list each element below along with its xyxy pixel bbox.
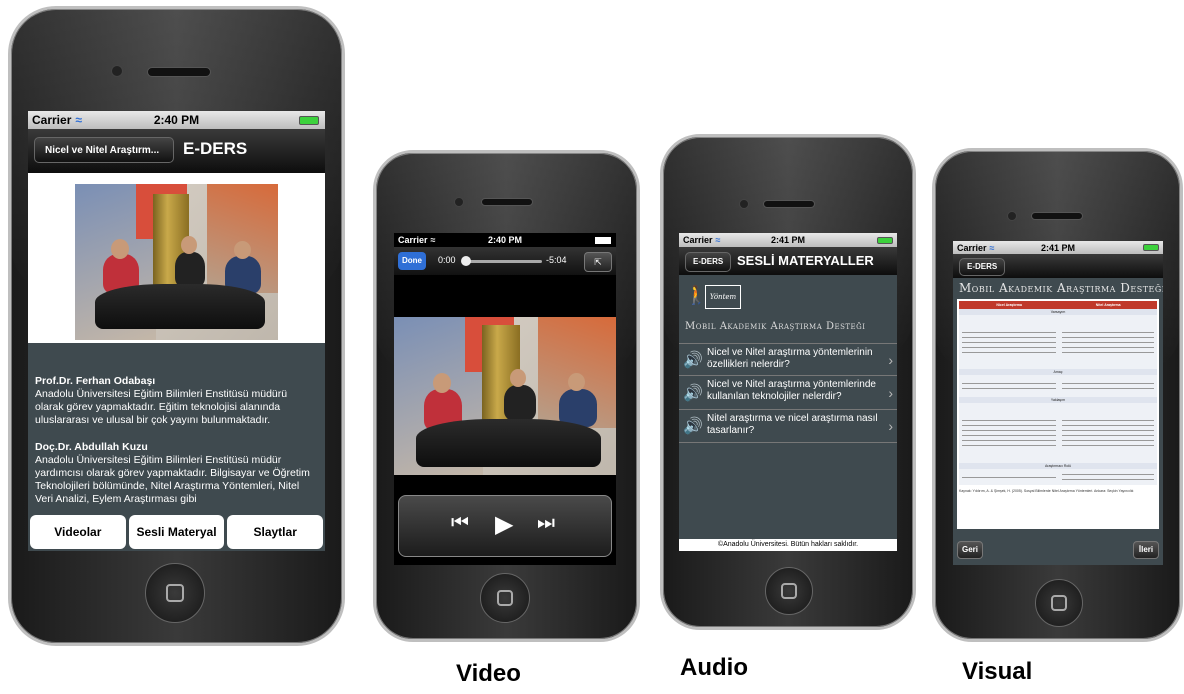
caption-audio: Audio — [680, 654, 748, 681]
logo-board: Yöntem — [705, 285, 741, 309]
prev-button[interactable]: Geri — [957, 541, 983, 559]
battery-icon — [1143, 244, 1159, 251]
wifi-icon: ≈ — [715, 235, 721, 245]
tab-slaytlar[interactable]: Slaytlar — [227, 515, 324, 549]
elapsed-time: 0:00 — [438, 255, 456, 265]
earpiece-speaker — [763, 200, 815, 208]
list-item-label: Nitel araştırma ve nicel araştırma nasıl… — [707, 413, 878, 436]
back-button[interactable]: E-DERS — [685, 252, 732, 272]
video-thumbnail[interactable] — [75, 184, 278, 340]
nav-bar: E-DERS — [953, 254, 1163, 278]
list-item-label: Nicel ve Nitel araştırma yöntemlerinde k… — [707, 379, 876, 402]
front-camera — [111, 65, 123, 77]
video-content[interactable] — [394, 317, 616, 475]
carrier-label: Carrier — [683, 235, 713, 245]
earpiece-speaker — [1031, 212, 1083, 220]
play-icon[interactable]: ▶ — [495, 510, 513, 539]
screen: Carrier ≈ 2:41 PM E-DERS SESLİ MATERYALL… — [679, 233, 897, 551]
speaker-icon: 🔊 — [683, 418, 703, 435]
clock: 2:40 PM — [487, 235, 523, 245]
screen: Carrier ≈ 2:40 PM Nicel ve Nitel Araştır… — [28, 111, 325, 551]
copyright-footer: ©Anadolu Üniversitesi. Bütün hakları sak… — [717, 541, 859, 548]
scrubber-knob[interactable] — [461, 256, 471, 266]
previous-track-icon[interactable]: ⏮ — [451, 512, 469, 535]
screen: Carrier ≈ 2:41 PM E-DERS Mobil Akademik … — [953, 241, 1163, 565]
status-bar: Carrier ≈ 2:40 PM — [394, 233, 616, 247]
nav-title: E-DERS — [183, 139, 248, 158]
nav-title: SESLİ MATERYALLER — [737, 253, 874, 268]
playback-controls: ⏮ ▶ ⏭ — [398, 495, 612, 557]
speaker-icon: 🔊 — [683, 385, 703, 402]
bio2-text: Anadolu Üniversitesi Eğitim Bilimleri En… — [35, 454, 310, 505]
list-item[interactable]: 🔊 Nicel ve Nitel araştırma yöntemlerinde… — [679, 375, 897, 410]
player-controls-top: Done 0:00 -5:04 ⇱ — [394, 247, 616, 275]
status-bar: Carrier ≈ 2:40 PM — [28, 111, 325, 129]
earpiece-speaker — [481, 198, 533, 206]
carrier-label: Carrier — [957, 242, 987, 253]
chevron-right-icon: › — [888, 385, 893, 401]
home-button[interactable] — [145, 563, 205, 623]
source-citation: Kaynak: Yıldırım, A. & Şimşek, H. (2005)… — [959, 489, 1134, 493]
caption-video: Video — [456, 660, 521, 687]
home-button[interactable] — [1035, 579, 1083, 627]
table-header: Nicel Araştırma — [996, 303, 1022, 307]
front-camera — [454, 197, 464, 207]
next-button[interactable]: İleri — [1133, 541, 1159, 559]
clock: 2:40 PM — [153, 113, 200, 127]
carrier-label: Carrier — [32, 113, 72, 127]
caption-visual: Visual — [962, 658, 1033, 685]
tab-videolar[interactable]: Videolar — [30, 515, 126, 549]
comparison-table: Nicel Araştırma Nitel Araştırma Varsayım… — [959, 301, 1157, 485]
wifi-icon: ≈ — [430, 235, 436, 245]
table-header: Nitel Araştırma — [1095, 303, 1121, 307]
wifi-icon: ≈ — [989, 242, 995, 253]
clock: 2:41 PM — [1040, 242, 1076, 253]
battery-icon — [595, 236, 611, 244]
done-button[interactable]: Done — [398, 252, 426, 270]
scrubber-track[interactable] — [461, 256, 542, 266]
next-track-icon[interactable]: ⏭ — [537, 512, 555, 535]
home-button[interactable] — [765, 567, 813, 615]
battery-icon — [877, 236, 893, 244]
wifi-icon: ≈ — [75, 113, 82, 127]
phone-video-player: Carrier ≈ 2:40 PM Done 0:00 -5:04 ⇱ ⏮ ▶ … — [373, 150, 640, 642]
front-camera — [739, 199, 749, 209]
speaker-icon: 🔊 — [683, 352, 703, 369]
back-button[interactable]: Nicel ve Nitel Araştırm... — [34, 137, 174, 163]
nav-bar: E-DERS SESLİ MATERYALLER — [679, 247, 897, 275]
bio2-name: Doç.Dr. Abdullah Kuzu — [35, 441, 148, 453]
status-bar: Carrier ≈ 2:41 PM — [679, 233, 897, 247]
bio1-text: Anadolu Üniversitesi Eğitim Bilimleri En… — [35, 388, 288, 426]
bio-section: Prof.Dr. Ferhan Odabaşı Anadolu Üniversi… — [28, 343, 325, 511]
phone-visual-slides: Carrier ≈ 2:41 PM E-DERS Mobil Akademik … — [932, 148, 1183, 642]
clock: 2:41 PM — [770, 235, 806, 245]
nav-bar: Nicel ve Nitel Araştırm... E-DERS — [28, 129, 325, 173]
remaining-time: -5:04 — [546, 255, 567, 265]
list-item[interactable]: 🔊 Nicel ve Nitel araştırma yöntemlerinin… — [679, 343, 897, 376]
screen: Carrier ≈ 2:40 PM Done 0:00 -5:04 ⇱ ⏮ ▶ … — [394, 233, 616, 565]
carrier-label: Carrier — [398, 235, 428, 245]
brand-title: Mobil Akademik Araştırma Desteği — [685, 321, 866, 332]
front-camera — [1007, 211, 1017, 221]
tab-bar: Videolar Sesli Materyal Slaytlar — [30, 515, 324, 549]
slide-content: Nicel Araştırma Nitel Araştırma Varsayım… — [957, 299, 1159, 529]
list-item-label: Nicel ve Nitel araştırma yöntemlerinin ö… — [707, 347, 873, 370]
fullscreen-button[interactable]: ⇱ — [584, 252, 612, 272]
chevron-right-icon: › — [888, 352, 893, 368]
list-item[interactable]: 🔊 Nitel araştırma ve nicel araştırma nas… — [679, 409, 897, 443]
bio1-name: Prof.Dr. Ferhan Odabaşı — [35, 375, 156, 387]
brand-header: 🚶 Yöntem Mobil Akademik Araştırma Desteğ… — [679, 275, 897, 343]
earpiece-speaker — [147, 67, 211, 77]
home-button[interactable] — [480, 573, 530, 623]
status-bar: Carrier ≈ 2:41 PM — [953, 241, 1163, 254]
chevron-right-icon: › — [888, 418, 893, 434]
phone-audio-list: Carrier ≈ 2:41 PM E-DERS SESLİ MATERYALL… — [660, 134, 916, 630]
phone-ders-screen: Carrier ≈ 2:40 PM Nicel ve Nitel Araştır… — [8, 6, 345, 646]
battery-icon — [299, 115, 319, 125]
back-button[interactable]: E-DERS — [959, 258, 1006, 276]
brand-title: Mobil Akademik Araştırma Desteği — [959, 281, 1163, 295]
tab-sesli-materyal[interactable]: Sesli Materyal — [128, 515, 225, 549]
expand-icon: ⇱ — [594, 257, 602, 267]
